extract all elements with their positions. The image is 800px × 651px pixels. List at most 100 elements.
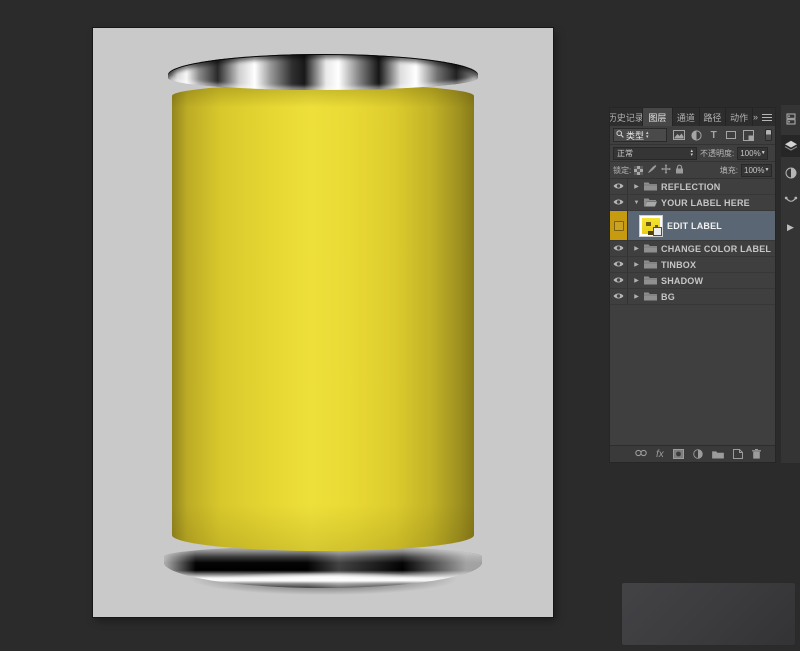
mini-panels-icon[interactable] [781,108,800,130]
blend-mode-select[interactable]: 正常 ▴ ▾ [613,146,697,160]
add-layer-mask-icon[interactable] [672,449,684,459]
fill-value: 100% [744,165,765,175]
filter-type-layers-icon[interactable]: T [707,129,720,141]
chevron-down-icon[interactable]: ▼ [633,200,640,206]
updown-arrows-icon: ▴ ▾ [646,130,649,140]
layer-filter-row: 类型 ▴ ▾ T [610,126,775,145]
lock-pixels-brush-icon[interactable] [647,164,657,176]
chevron-down-icon: ▼ [760,150,766,156]
link-layers-icon[interactable] [635,449,647,459]
can-bottom-rim [164,546,482,588]
folder-icon [644,181,657,193]
opacity-label: 不透明度: [700,148,735,158]
smart-object-badge-icon [653,226,662,236]
layer-row-shadow[interactable]: ▶ SHADOW [610,273,775,289]
eye-icon [613,276,624,286]
folder-icon [644,259,657,271]
layer-row-your-label-here[interactable]: ▼ YOUR LABEL HERE [610,195,775,211]
blend-mode-value: 正常 [617,148,633,158]
layer-row-edit-label[interactable]: EDIT LABEL [610,211,775,241]
can-top-rim [168,54,478,90]
new-group-icon[interactable] [711,450,724,459]
filter-smart-object-icon[interactable] [743,129,756,141]
new-adjustment-layer-icon[interactable] [693,449,703,459]
can-yellow-label [172,84,474,551]
collapse-panels-icon[interactable]: » [753,112,758,122]
filter-pixel-layers-icon[interactable] [672,129,685,141]
chevron-right-icon[interactable]: ▶ [633,293,640,300]
eye-icon [613,260,624,270]
lock-transparency-icon[interactable] [634,165,644,175]
layer-list-empty-area [610,305,775,445]
filter-kind-select[interactable]: 类型 ▴ ▾ [613,128,668,142]
tab-paths[interactable]: 路径 [700,108,727,126]
layer-row-tinbox[interactable]: ▶ TINBOX [610,257,775,273]
delete-layer-trash-icon[interactable] [751,449,761,459]
layers-panel: 历史记录 图层 通道 路径 动作 » 类型 ▴ ▾ T 正常 ▴ ▾ 不透明度:… [609,107,776,463]
folder-icon [644,291,657,303]
open-folder-icon [644,197,657,209]
layer-list: ▶ REFLECTION ▼ YOUR LABEL HERE EDIT LABE… [610,179,775,445]
folder-icon [644,275,657,287]
layers-panel-dock-icon[interactable] [781,135,800,157]
lock-position-icon[interactable] [661,164,672,176]
layer-name: REFLECTION [661,181,721,192]
blend-mode-row: 正常 ▴ ▾ 不透明度: 100% ▼ [610,145,775,162]
chevron-right-icon[interactable]: ▶ [633,183,640,190]
layers-panel-footer: fx [610,445,775,462]
document-canvas[interactable] [93,28,553,617]
tab-layers[interactable]: 图层 [642,108,674,126]
visibility-toggle[interactable] [610,289,628,304]
layer-row-change-color-label[interactable]: ▶ CHANGE COLOR LABEL [610,241,775,257]
filter-kind-label: 类型 [626,130,645,141]
folder-icon [644,243,657,255]
updown-arrows-icon: ▴ ▾ [690,148,693,158]
eye-icon [613,244,624,254]
filtering-toggle-icon[interactable] [765,129,772,141]
visibility-toggle[interactable] [610,273,628,288]
tab-history[interactable]: 历史记录 [610,108,643,126]
panel-menu-icon[interactable] [762,113,772,121]
layer-name: SHADOW [661,275,704,286]
visibility-toggle[interactable] [610,241,628,256]
filter-shape-layers-icon[interactable] [725,129,738,141]
filter-adjustment-layers-icon[interactable] [690,129,703,141]
eye-checkbox-icon [613,220,624,231]
eye-icon [613,198,624,208]
actions-play-dock-icon[interactable]: ▶ [781,216,800,238]
bottom-right-panel [622,583,795,645]
lock-label: 锁定: [613,165,632,175]
visibility-toggle-yellow-label[interactable] [610,211,628,240]
visibility-toggle[interactable] [610,257,628,272]
panel-icon-dock: ▶ [781,105,800,463]
new-layer-icon[interactable] [732,449,743,459]
visibility-toggle[interactable] [610,179,628,194]
layer-name: CHANGE COLOR LABEL [661,243,772,254]
layer-style-fx-icon[interactable]: fx [656,449,664,460]
eye-icon [613,182,624,192]
tab-channels[interactable]: 通道 [673,108,700,126]
panel-tab-bar: 历史记录 图层 通道 路径 动作 » [610,108,775,126]
chevron-down-icon: ▼ [764,167,770,173]
lock-row: 锁定: 填充: 100% ▼ [610,162,775,179]
visibility-toggle[interactable] [610,195,628,210]
layer-name: TINBOX [661,259,697,270]
tab-actions[interactable]: 动作 [726,108,753,126]
search-icon [616,130,624,140]
chevron-right-icon[interactable]: ▶ [633,261,640,268]
opacity-input[interactable]: 100% ▼ [737,146,769,160]
adjustments-panel-dock-icon[interactable] [781,162,800,184]
layer-row-bg[interactable]: ▶ BG [610,289,775,305]
fill-input[interactable]: 100% ▼ [741,163,772,177]
photoshop-workspace: 历史记录 图层 通道 路径 动作 » 类型 ▴ ▾ T 正常 ▴ ▾ 不透明度:… [0,0,800,651]
opacity-value: 100% [740,148,761,158]
chevron-right-icon[interactable]: ▶ [633,245,640,252]
lock-all-icon[interactable] [675,164,684,176]
eye-icon [613,292,624,302]
chevron-right-icon[interactable]: ▶ [633,277,640,284]
layer-row-reflection[interactable]: ▶ REFLECTION [610,179,775,195]
layer-name: EDIT LABEL [667,220,722,231]
paths-anchor-dock-icon[interactable] [781,189,800,211]
layer-name: BG [661,291,675,302]
layer-thumbnail[interactable] [639,214,663,237]
